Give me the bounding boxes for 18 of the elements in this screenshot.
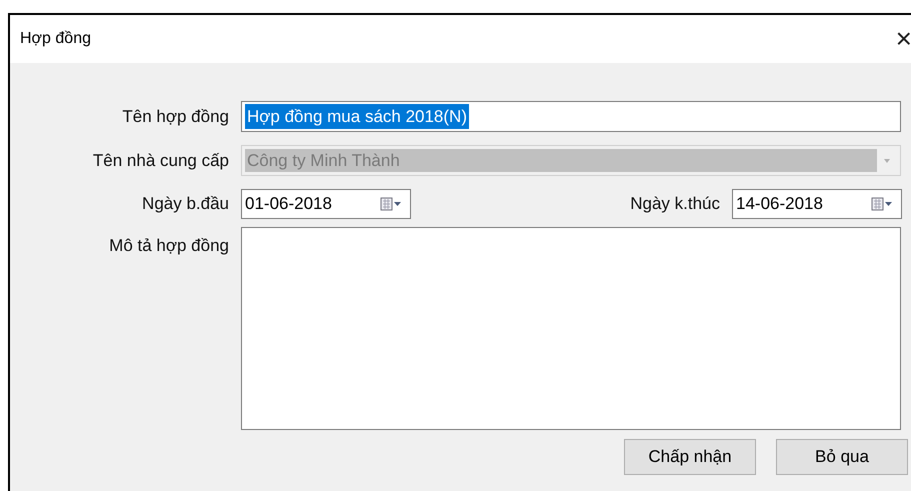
field-label: Mô tả hợp đồng [108, 235, 230, 257]
accept-button[interactable]: Chấp nhận [624, 439, 756, 475]
text-field[interactable]: Hợp đồng mua sách 2018(N) [241, 101, 901, 132]
field-label: Ngày k.thúc [629, 193, 721, 216]
field-label: Tên hợp đồng [121, 106, 230, 128]
date-value: 01-06-2018 [245, 193, 332, 216]
date-picker[interactable]: 01-06-2018 [241, 189, 411, 219]
window-title: Hợp đồng [20, 29, 91, 49]
date-value: 14-06-2018 [736, 193, 823, 216]
cancel-button[interactable]: Bỏ qua [776, 439, 908, 475]
field-label: Ngày b.đầu [141, 193, 230, 216]
date-picker[interactable]: 14-06-2018 [732, 189, 902, 219]
calendar-dropdown-icon[interactable] [380, 197, 402, 211]
close-button[interactable]: × [892, 25, 911, 53]
field-value: Hợp đồng mua sách 2018(N) [245, 104, 469, 130]
field-value: Công ty Minh Thành [246, 150, 401, 172]
field-label: Tên nhà cung cấp [92, 150, 230, 172]
calendar-dropdown-icon[interactable] [871, 197, 893, 211]
